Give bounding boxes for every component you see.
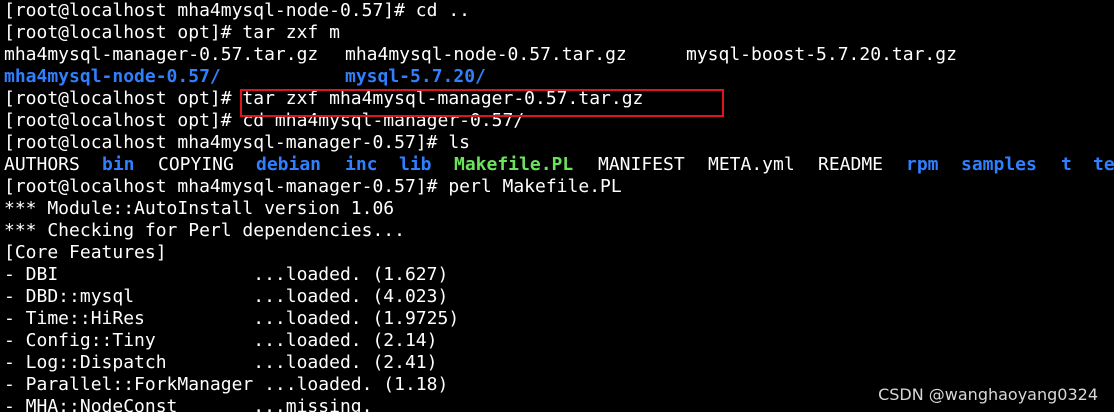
completion-file: mysql-boost-5.7.20.tar.gz	[686, 44, 957, 65]
terminal-line: - Config::Tiny ...loaded. (2.14)	[4, 330, 438, 351]
completion-file: mha4mysql-node-0.57.tar.gz	[345, 44, 627, 65]
ls-entry: Makefile.PL	[454, 154, 574, 175]
ls-entry: inc	[345, 154, 378, 175]
ls-entry: MANIFEST	[598, 154, 685, 175]
terminal-line: - DBD::mysql ...loaded. (4.023)	[4, 286, 449, 307]
watermark: CSDN @wanghaoyang0324	[878, 385, 1098, 404]
ls-entry: samples	[961, 154, 1037, 175]
terminal-line: - MHA::NodeConst ...missing.	[4, 396, 373, 412]
ls-entry: rpm	[906, 154, 939, 175]
completion-file: mha4mysql-manager-0.57.tar.gz	[4, 44, 319, 65]
terminal-line: - Parallel::ForkManager ...loaded. (1.18…	[4, 374, 449, 395]
terminal-line: - DBI ...loaded. (1.627)	[4, 264, 449, 285]
ls-entry: bin	[102, 154, 135, 175]
ls-entry: AUTHORS	[4, 154, 80, 175]
completion-file: mysql-5.7.20/	[345, 66, 486, 87]
terminal-line: *** Checking for Perl dependencies...	[4, 220, 405, 241]
terminal-line: [root@localhost opt]# tar zxf mha4mysql-…	[4, 88, 644, 109]
terminal-line: [Core Features]	[4, 242, 167, 263]
terminal-line: - Time::HiRes ...loaded. (1.9725)	[4, 308, 460, 329]
terminal-line: [root@localhost opt]# tar zxf m	[4, 22, 340, 43]
terminal-line: [root@localhost opt]# cd mha4mysql-manag…	[4, 110, 525, 131]
terminal-line: - Log::Dispatch ...loaded. (2.41)	[4, 352, 438, 373]
ls-entry: t	[1061, 154, 1072, 175]
completion-file: mha4mysql-node-0.57/	[4, 66, 221, 87]
terminal-line: [root@localhost mha4mysql-manager-0.57]#…	[4, 132, 470, 153]
completion-row-2: mha4mysql-node-0.57/ mysql-5.7.20/	[4, 66, 1104, 88]
ls-entry: COPYING	[158, 154, 234, 175]
terminal-window[interactable]: [root@localhost mha4mysql-node-0.57]# cd…	[0, 0, 1114, 412]
completion-row-1: mha4mysql-manager-0.57.tar.gz mha4mysql-…	[4, 44, 1104, 66]
ls-entry: debian	[256, 154, 322, 175]
ls-entry: lib	[399, 154, 432, 175]
terminal-line: *** Module::AutoInstall version 1.06	[4, 198, 395, 219]
ls-entry: META.yml	[708, 154, 795, 175]
ls-output: AUTHORS bin COPYING debian inc lib Makef…	[4, 154, 1114, 176]
terminal-line: [root@localhost mha4mysql-manager-0.57]#…	[4, 176, 622, 197]
ls-entry: README	[818, 154, 884, 175]
ls-entry: te	[1093, 154, 1114, 175]
terminal-line: [root@localhost mha4mysql-node-0.57]# cd…	[4, 0, 470, 21]
